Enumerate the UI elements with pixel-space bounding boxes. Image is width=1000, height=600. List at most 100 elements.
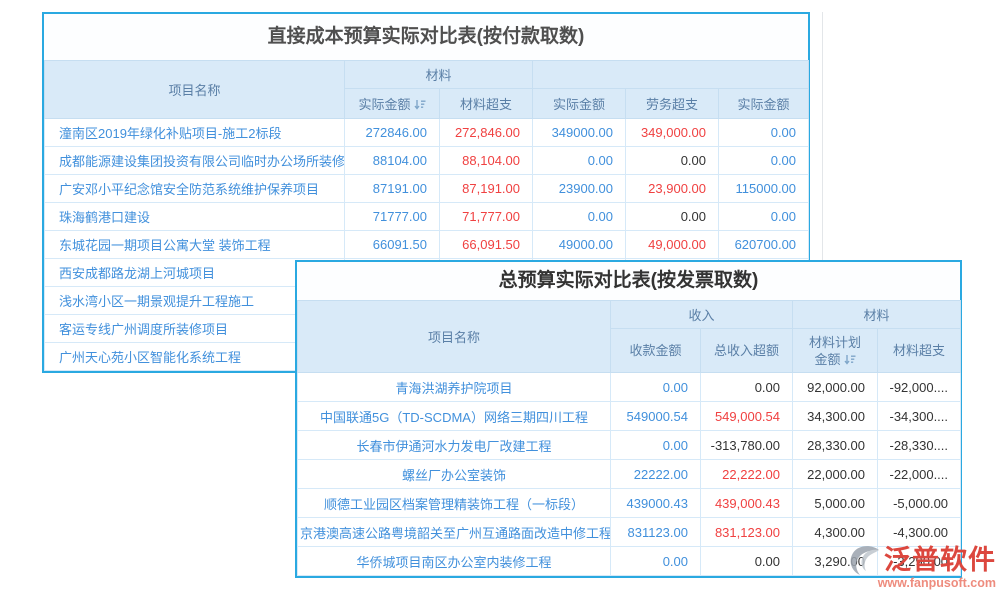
fanpu-brand-text: 泛普软件	[884, 545, 996, 575]
cell-material-over: 66,091.50	[440, 231, 533, 259]
table-row: 珠海鹤港口建设 71777.00 71,777.00 0.00 0.00 0.0…	[45, 203, 809, 231]
cell-income-over: 549,000.54	[701, 402, 793, 431]
project-name-link[interactable]: 广安邓小平纪念馆安全防范系统维护保养项目	[45, 175, 345, 203]
cell-actual-material: 272846.00	[345, 119, 440, 147]
cell-receipt: 0.00	[611, 547, 701, 576]
cell-actual-labor: 23900.00	[533, 175, 626, 203]
table-row: 京港澳高速公路粤境韶关至广州互通路面改造中修工程 831123.00 831,1…	[298, 518, 961, 547]
cell-actual-labor: 0.00	[533, 203, 626, 231]
table-row: 螺丝厂办公室装饰 22222.00 22,222.00 22,000.00 -2…	[298, 460, 961, 489]
cell-material-over: -28,330....	[878, 431, 961, 460]
cell-receipt: 439000.43	[611, 489, 701, 518]
table1-header-material-over[interactable]: 材料超支	[440, 89, 533, 119]
project-name-link[interactable]: 长春市伊通河水力发电厂改建工程	[298, 431, 611, 460]
table-row: 中国联通5G（TD-SCDMA）网络三期四川工程 549000.54 549,0…	[298, 402, 961, 431]
cell-material-over: -34,300....	[878, 402, 961, 431]
cell-actual-material: 66091.50	[345, 231, 440, 259]
cell-material-over: 87,191.00	[440, 175, 533, 203]
cell-income-over: 0.00	[701, 547, 793, 576]
table2-header-project: 项目名称	[298, 301, 611, 373]
table2-title: 总预算实际对比表(按发票取数)	[297, 262, 960, 300]
cell-material-over: 88,104.00	[440, 147, 533, 175]
cell-material-over: 71,777.00	[440, 203, 533, 231]
cell-actual-material: 88104.00	[345, 147, 440, 175]
cell-material-over: 272,846.00	[440, 119, 533, 147]
cell-income-over: 22,222.00	[701, 460, 793, 489]
table-row: 广安邓小平纪念馆安全防范系统维护保养项目 87191.00 87,191.00 …	[45, 175, 809, 203]
total-budget-comparison-panel: 总预算实际对比表(按发票取数) 项目名称 收入 材料 收款金额 总收入超额 材料…	[295, 260, 962, 578]
cell-actual-material: 87191.00	[345, 175, 440, 203]
cell-labor-over: 0.00	[626, 147, 719, 175]
cell-actual-labor: 49000.00	[533, 231, 626, 259]
cell-labor-over: 0.00	[626, 203, 719, 231]
cell-actual-other: 0.00	[719, 119, 809, 147]
fanpu-url-text: www.fanpusoft.com	[838, 576, 996, 591]
cell-income-over: -313,780.00	[701, 431, 793, 460]
project-name-link[interactable]: 华侨城项目南区办公室内装修工程	[298, 547, 611, 576]
cell-receipt: 0.00	[611, 431, 701, 460]
table-row: 成都能源建设集团投资有限公司临时办公场所装修工程 88104.00 88,104…	[45, 147, 809, 175]
cell-actual-labor: 0.00	[533, 147, 626, 175]
cell-material-plan: 22,000.00	[793, 460, 878, 489]
cell-receipt: 549000.54	[611, 402, 701, 431]
table2-header-material-over[interactable]: 材料超支	[878, 329, 961, 373]
project-name-link[interactable]: 螺丝厂办公室装饰	[298, 460, 611, 489]
table1-header-actual-labor[interactable]: 实际金额	[533, 89, 626, 119]
table2-header-material-plan[interactable]: 材料计划金额	[793, 329, 878, 373]
table1-group-blank	[533, 61, 809, 89]
cell-material-over: -5,000.00	[878, 489, 961, 518]
total-budget-table: 项目名称 收入 材料 收款金额 总收入超额 材料计划金额 材料超支 青海洪湖养护…	[297, 300, 961, 576]
cell-actual-other: 620700.00	[719, 231, 809, 259]
cell-income-over: 831,123.00	[701, 518, 793, 547]
cell-actual-other: 0.00	[719, 147, 809, 175]
table1-group-material: 材料	[345, 61, 533, 89]
cell-actual-labor: 349000.00	[533, 119, 626, 147]
project-name-link[interactable]: 顺德工业园区档案管理精装饰工程（一标段）	[298, 489, 611, 518]
table-row: 青海洪湖养护院项目 0.00 0.00 92,000.00 -92,000...…	[298, 373, 961, 402]
table-row: 潼南区2019年绿化补贴项目-施工2标段 272846.00 272,846.0…	[45, 119, 809, 147]
cell-labor-over: 23,900.00	[626, 175, 719, 203]
cell-material-plan: 5,000.00	[793, 489, 878, 518]
table2-group-material: 材料	[793, 301, 961, 329]
table2-header-receipt[interactable]: 收款金额	[611, 329, 701, 373]
project-name-link[interactable]: 青海洪湖养护院项目	[298, 373, 611, 402]
project-name-link[interactable]: 珠海鹤港口建设	[45, 203, 345, 231]
cell-income-over: 439,000.43	[701, 489, 793, 518]
table1-header-actual-other[interactable]: 实际金额	[719, 89, 809, 119]
cell-actual-other: 0.00	[719, 203, 809, 231]
cell-labor-over: 49,000.00	[626, 231, 719, 259]
project-name-link[interactable]: 京港澳高速公路粤境韶关至广州互通路面改造中修工程	[298, 518, 611, 547]
table1-title: 直接成本预算实际对比表(按付款取数)	[44, 14, 808, 60]
project-name-link[interactable]: 潼南区2019年绿化补贴项目-施工2标段	[45, 119, 345, 147]
cell-material-plan: 92,000.00	[793, 373, 878, 402]
fanpu-logo-icon	[848, 544, 882, 576]
cell-material-over: -4,300.00	[878, 518, 961, 547]
table-row: 长春市伊通河水力发电厂改建工程 0.00 -313,780.00 28,330.…	[298, 431, 961, 460]
cell-material-plan: 28,330.00	[793, 431, 878, 460]
project-name-link[interactable]: 东城花园一期项目公寓大堂 装饰工程	[45, 231, 345, 259]
sort-desc-icon[interactable]	[844, 354, 856, 365]
cell-material-over: -92,000....	[878, 373, 961, 402]
table2-header-income-over[interactable]: 总收入超额	[701, 329, 793, 373]
cell-income-over: 0.00	[701, 373, 793, 402]
cell-receipt: 831123.00	[611, 518, 701, 547]
project-name-link[interactable]: 中国联通5G（TD-SCDMA）网络三期四川工程	[298, 402, 611, 431]
cell-receipt: 22222.00	[611, 460, 701, 489]
cell-material-over: -22,000....	[878, 460, 961, 489]
cell-receipt: 0.00	[611, 373, 701, 402]
cell-actual-other: 115000.00	[719, 175, 809, 203]
cell-material-plan: 4,300.00	[793, 518, 878, 547]
cell-labor-over: 349,000.00	[626, 119, 719, 147]
cell-actual-material: 71777.00	[345, 203, 440, 231]
table1-header-actual-material[interactable]: 实际金额	[345, 89, 440, 119]
table2-group-income: 收入	[611, 301, 793, 329]
table-row: 顺德工业园区档案管理精装饰工程（一标段） 439000.43 439,000.4…	[298, 489, 961, 518]
panel-edge-divider	[822, 12, 823, 260]
table1-header-project: 项目名称	[45, 61, 345, 119]
sort-desc-icon[interactable]	[414, 99, 426, 110]
project-name-link[interactable]: 成都能源建设集团投资有限公司临时办公场所装修工程	[45, 147, 345, 175]
table1-header-labor-over[interactable]: 劳务超支	[626, 89, 719, 119]
fanpu-watermark: 泛普软件 www.fanpusoft.com	[838, 544, 996, 591]
cell-material-plan: 34,300.00	[793, 402, 878, 431]
table-row: 东城花园一期项目公寓大堂 装饰工程 66091.50 66,091.50 490…	[45, 231, 809, 259]
